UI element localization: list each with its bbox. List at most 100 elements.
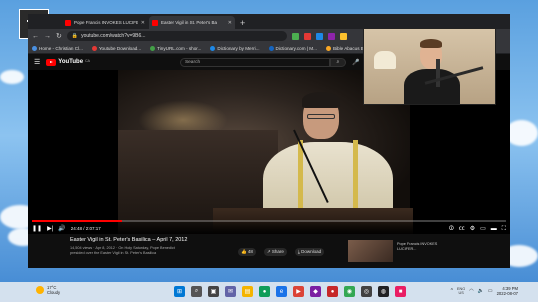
region-code: US <box>458 291 464 295</box>
chevron-up-icon[interactable]: ^ <box>451 288 453 294</box>
bookmark-icon <box>32 45 37 51</box>
webcam-overlay <box>363 28 496 105</box>
clock-date: 2022-08-07 <box>496 291 518 296</box>
youtube-favicon-icon <box>152 19 158 26</box>
taskbar-apps: ⊞ ⌕ ▣ ✉ ▤ ● e ▶ ◆ ● ◉ ◎ ◍ ■ <box>174 286 406 297</box>
search-icon[interactable]: ⌕ <box>191 286 202 297</box>
extension-icon[interactable] <box>339 32 347 40</box>
person-hair <box>420 39 442 48</box>
extension-icon[interactable] <box>291 32 299 40</box>
file-explorer-icon[interactable]: ▤ <box>242 286 253 297</box>
clock[interactable]: 4:39 PM 2022-08-07 <box>497 286 518 296</box>
app-icon[interactable]: ◆ <box>310 286 321 297</box>
bookmark-icon <box>91 45 97 51</box>
video-title: Easter Vigil in St. Peter's Basilica – A… <box>70 237 188 243</box>
app-icon[interactable]: ● <box>259 286 270 297</box>
wifi-icon[interactable]: ◠ <box>469 288 473 294</box>
microphone-icon[interactable]: 🎤 <box>352 59 359 66</box>
pause-icon[interactable]: ❚❚ <box>32 226 42 232</box>
bookmark-item[interactable]: TinyURL.com - shor... <box>150 45 202 51</box>
forward-icon[interactable]: → <box>44 33 51 40</box>
app-icon[interactable]: ● <box>327 286 338 297</box>
player-controls: ❚❚ ▶| 🔊 24:48 / 2:07:17 ⏼ ㏄ ⚙ ▭ ▬ ⛶ <box>28 220 510 234</box>
youtube-favicon-icon <box>65 19 71 26</box>
tab-title: Pope Francis INVOKES LUCIFER <box>74 20 138 25</box>
autoplay-toggle-icon[interactable]: ⏼ <box>449 226 454 232</box>
app-icon[interactable]: ◎ <box>361 286 372 297</box>
weather-text: 17°C Cloudy <box>47 285 60 295</box>
edge-icon[interactable]: e <box>276 286 287 297</box>
glasses <box>307 114 335 119</box>
url-text: youtube.com/watch?v=9B6... <box>81 33 146 39</box>
bookmark-item[interactable]: Youtube Download... <box>91 45 142 51</box>
chrome-icon[interactable]: ◍ <box>378 286 389 297</box>
search-input[interactable]: Search <box>179 57 330 67</box>
video-actions: 👍 48 ↗ Share ⤓ Download <box>238 248 325 256</box>
progress-bar[interactable] <box>32 220 506 222</box>
bookmark-item[interactable]: Home - Christian Cl... <box>32 45 83 51</box>
video-description[interactable]: 14,504 views · Apr 8, 2012 · On Holy Sat… <box>70 246 190 256</box>
youtube-logo-text: YouTube <box>58 59 84 65</box>
search-icon: ⌕ <box>336 58 340 65</box>
bookmark-icon <box>325 45 331 51</box>
youtube-region: CA <box>85 58 90 63</box>
suggested-video-thumbnail[interactable] <box>348 240 393 262</box>
bookmark-item[interactable]: Dictionary by Merri... <box>210 45 260 51</box>
bookmark-icon <box>268 45 274 51</box>
progress-fill <box>32 220 123 222</box>
speaker-icon[interactable]: 🔈 <box>478 288 484 294</box>
share-label: Share <box>271 249 284 254</box>
bookmark-icon <box>150 45 156 51</box>
youtube-logo[interactable]: YouTube CA <box>46 58 90 66</box>
bookmark-label: TinyURL.com - shor... <box>157 45 202 51</box>
next-icon[interactable]: ▶| <box>47 226 53 232</box>
extension-icon[interactable] <box>315 32 323 40</box>
controls-row: ❚❚ ▶| 🔊 24:48 / 2:07:17 ⏼ ㏄ ⚙ ▭ ▬ ⛶ <box>32 224 506 233</box>
start-icon[interactable]: ⊞ <box>174 286 185 297</box>
back-icon[interactable]: ← <box>32 33 39 40</box>
tab-easter-vigil[interactable]: Easter Vigil in St. Peter's Ba ✕ <box>149 16 235 29</box>
lock-icon: 🔒 <box>71 32 79 39</box>
volume-icon[interactable]: 🔊 <box>58 226 65 232</box>
extension-icon[interactable] <box>303 32 311 40</box>
search-button[interactable]: ⌕ <box>329 57 346 67</box>
youtube-play-icon <box>46 58 57 66</box>
task-view-icon[interactable]: ▣ <box>208 286 219 297</box>
close-tab-icon[interactable]: ✕ <box>228 20 232 26</box>
app-icon[interactable]: ▶ <box>293 286 304 297</box>
url-input[interactable]: 🔒 youtube.com/watch?v=9B6... <box>66 31 287 41</box>
bookmark-item[interactable]: Dictionary.com | M... <box>268 45 317 51</box>
settings-icon[interactable]: ⚙ <box>470 226 475 232</box>
language-indicator[interactable]: ENG US <box>457 287 465 296</box>
suggested-video-title[interactable]: Pope Francis INVOKES LUCIFER... <box>397 242 457 252</box>
bookmark-label: Home - Christian Cl... <box>39 45 83 51</box>
weather-desc: Cloudy <box>47 290 61 295</box>
bookmark-label: Youtube Download... <box>98 45 142 51</box>
like-count: 48 <box>247 249 253 254</box>
app-icon[interactable]: ◉ <box>344 286 355 297</box>
theater-mode-icon[interactable]: ▬ <box>491 226 497 232</box>
weather-widget[interactable]: 17°C Cloudy <box>36 285 60 295</box>
download-button[interactable]: ⤓ Download <box>294 248 325 256</box>
reload-icon[interactable]: ↻ <box>56 33 62 40</box>
menu-icon[interactable]: ☰ <box>34 58 40 66</box>
close-tab-icon[interactable]: ✕ <box>141 20 145 26</box>
app-icon[interactable]: ■ <box>395 286 406 297</box>
tab-strip: Pope Francis INVOKES LUCIFER ✕ Easter Vi… <box>28 14 510 29</box>
extension-icon[interactable] <box>327 32 335 40</box>
bookmark-icon <box>210 45 216 51</box>
tab-pope-francis[interactable]: Pope Francis INVOKES LUCIFER ✕ <box>62 16 148 29</box>
like-button[interactable]: 👍 48 <box>238 248 256 256</box>
battery-icon[interactable]: ▭ <box>488 288 493 294</box>
chat-icon[interactable]: ✉ <box>225 286 236 297</box>
share-button[interactable]: ↗ Share <box>263 248 287 256</box>
miniplayer-icon[interactable]: ▭ <box>480 226 486 232</box>
microphone <box>436 59 440 87</box>
taskbar: 17°C Cloudy ⊞ ⌕ ▣ ✉ ▤ ● e ▶ ◆ ● ◉ ◎ ◍ ■ … <box>0 282 538 302</box>
fullscreen-icon[interactable]: ⛶ <box>502 226 506 232</box>
subtitles-icon[interactable]: ㏄ <box>459 226 465 232</box>
bookmark-label: Dictionary.com | M... <box>275 45 317 51</box>
new-tab-icon[interactable]: + <box>240 17 245 29</box>
video-info: Easter Vigil in St. Peter's Basilica – A… <box>28 234 510 268</box>
weather-icon <box>36 286 44 294</box>
